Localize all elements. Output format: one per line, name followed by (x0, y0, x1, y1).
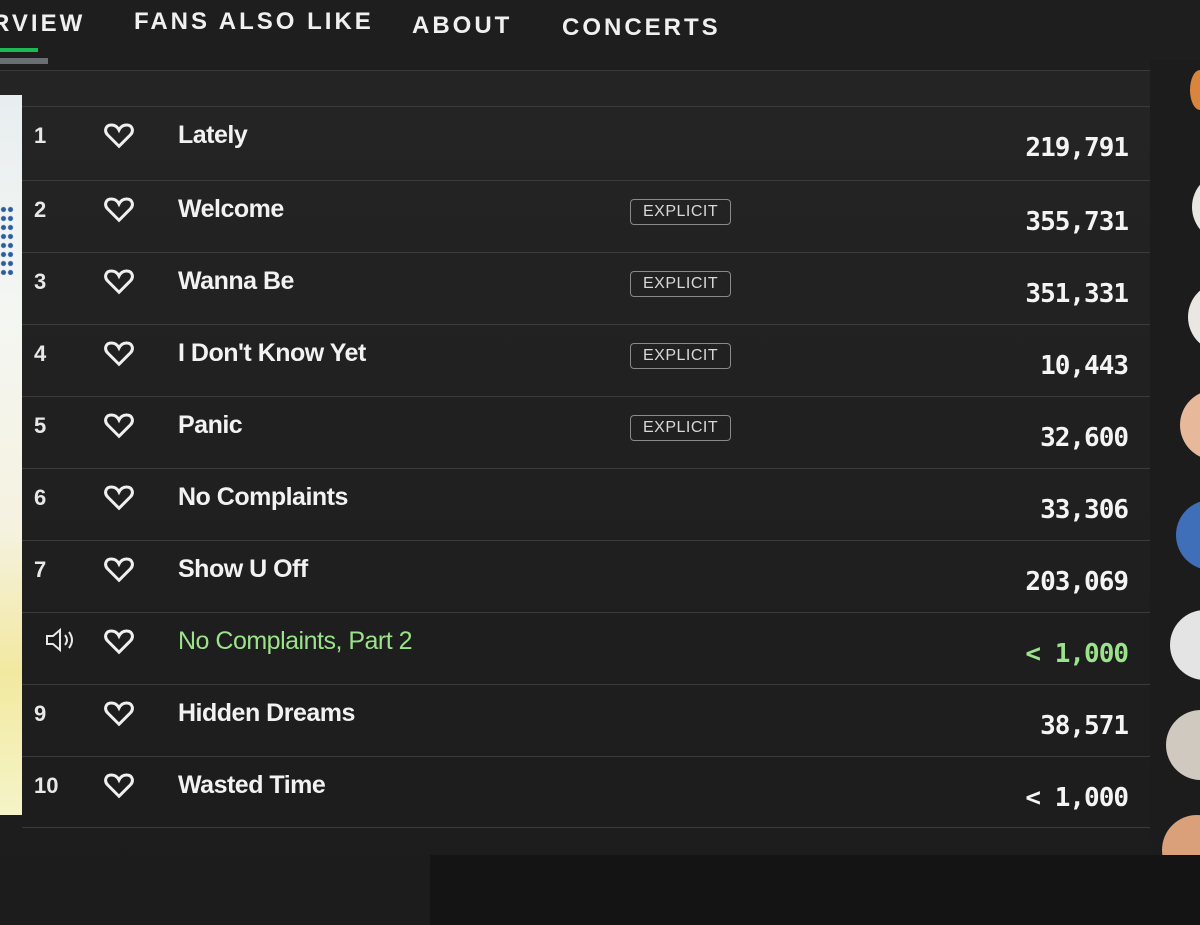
artist-page: RVIEW FANS ALSO LIKE ABOUT CONCERTS 1 La… (0, 0, 1200, 925)
heart-icon[interactable] (104, 195, 134, 223)
tab-about[interactable]: ABOUT (412, 12, 512, 40)
heart-icon[interactable] (104, 771, 134, 799)
related-artist-avatar[interactable] (1170, 610, 1200, 680)
heart-icon[interactable] (104, 555, 134, 583)
track-title[interactable]: Panic (178, 411, 243, 440)
heart-icon[interactable] (104, 627, 134, 655)
related-artists-column (1150, 60, 1200, 925)
play-count: 351,331 (1025, 279, 1129, 309)
header-divider (0, 70, 1200, 71)
track-number: 2 (34, 197, 47, 222)
speaker-icon (46, 627, 73, 653)
track-title[interactable]: Wanna Be (178, 267, 294, 296)
tab-overview[interactable]: RVIEW (0, 10, 85, 38)
track-row[interactable]: 10 Wasted Time < 1,000 (22, 756, 1150, 828)
tab-concerts[interactable]: CONCERTS (562, 14, 721, 42)
related-artist-avatar[interactable] (1176, 500, 1200, 570)
active-tab-indicator (0, 48, 38, 52)
track-row[interactable]: 6 No Complaints 33,306 (22, 468, 1150, 539)
track-row[interactable]: 7 Show U Off 203,069 (22, 540, 1150, 611)
related-artist-avatar[interactable] (1188, 282, 1200, 352)
track-number: 3 (34, 269, 47, 294)
heart-icon[interactable] (104, 411, 134, 439)
play-count: < 1,000 (1025, 639, 1129, 669)
explicit-badge: EXPLICIT (630, 199, 732, 225)
track-row[interactable]: 5 Panic EXPLICIT 32,600 (22, 396, 1150, 467)
heart-icon[interactable] (104, 267, 134, 295)
track-title[interactable]: No Complaints, Part 2 (178, 627, 413, 656)
play-count: 10,443 (1040, 351, 1129, 381)
heart-icon[interactable] (104, 483, 134, 511)
explicit-badge: EXPLICIT (630, 271, 732, 297)
explicit-badge: EXPLICIT (630, 343, 732, 369)
related-artist-avatar[interactable] (1190, 70, 1200, 110)
track-number: 1 (34, 123, 47, 148)
track-row[interactable]: 1 Lately 219,791 (22, 106, 1150, 177)
track-number: 4 (34, 341, 47, 366)
artist-artwork-edge (0, 95, 22, 815)
play-count: 32,600 (1040, 423, 1129, 453)
track-title[interactable]: Hidden Dreams (178, 699, 355, 728)
track-title[interactable]: No Complaints (178, 483, 348, 512)
play-count: < 1,000 (1025, 783, 1129, 813)
play-count: 203,069 (1025, 567, 1129, 597)
play-count: 219,791 (1025, 133, 1129, 163)
track-number: 6 (34, 485, 47, 510)
bottom-panel (430, 855, 1200, 925)
heart-icon[interactable] (104, 121, 134, 149)
track-title[interactable]: Welcome (178, 195, 284, 224)
track-number: 9 (34, 701, 47, 726)
track-row[interactable]: 4 I Don't Know Yet EXPLICIT 10,443 (22, 324, 1150, 395)
heart-icon[interactable] (104, 339, 134, 367)
track-title[interactable]: I Don't Know Yet (178, 339, 366, 368)
play-count: 33,306 (1040, 495, 1129, 525)
tab-fans-also-like[interactable]: FANS ALSO LIKE (134, 8, 374, 36)
track-number: 10 (34, 773, 59, 798)
heart-icon[interactable] (104, 699, 134, 727)
track-row[interactable]: 3 Wanna Be EXPLICIT 351,331 (22, 252, 1150, 323)
track-number: 7 (34, 557, 47, 582)
explicit-badge: EXPLICIT (630, 415, 732, 441)
track-row[interactable]: 9 Hidden Dreams 38,571 (22, 684, 1150, 755)
track-title[interactable]: Wasted Time (178, 771, 326, 800)
related-artist-avatar[interactable] (1180, 390, 1200, 460)
track-row-now-playing[interactable]: No Complaints, Part 2 < 1,000 (22, 612, 1150, 683)
play-count: 38,571 (1040, 711, 1129, 741)
related-artist-avatar[interactable] (1166, 710, 1200, 780)
artwork-pattern (0, 205, 14, 275)
related-artist-avatar[interactable] (1192, 172, 1200, 242)
tab-bar: RVIEW FANS ALSO LIKE ABOUT CONCERTS (0, 0, 1200, 70)
track-title[interactable]: Lately (178, 121, 248, 150)
track-number: 5 (34, 413, 47, 438)
tab-indicator-shadow (0, 58, 48, 64)
track-title[interactable]: Show U Off (178, 555, 308, 584)
play-count: 355,731 (1025, 207, 1129, 237)
track-row[interactable]: 2 Welcome EXPLICIT 355,731 (22, 180, 1150, 251)
